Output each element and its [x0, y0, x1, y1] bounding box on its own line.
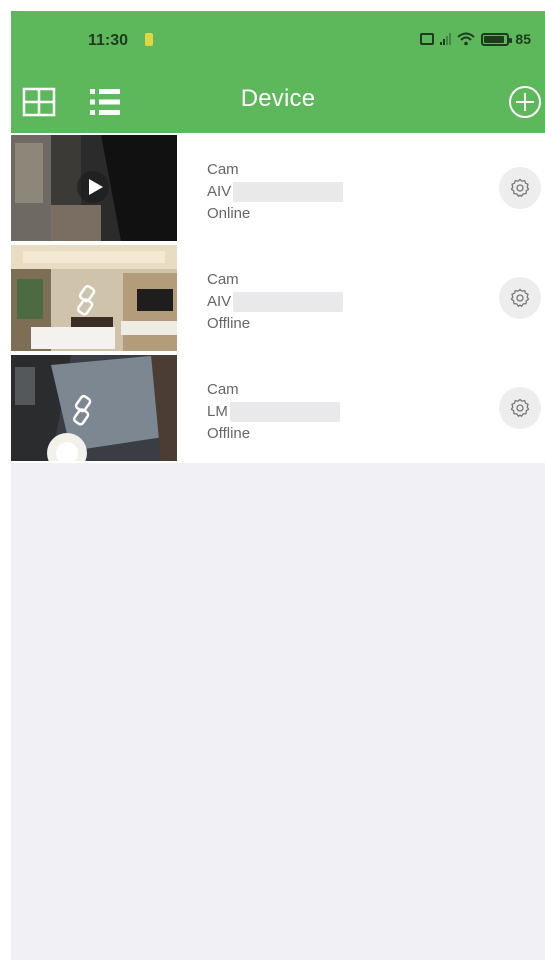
device-row[interactable]: Cam AIV Offline: [11, 243, 545, 353]
wifi-icon: [457, 32, 476, 46]
status-indicators: 85: [420, 31, 531, 47]
device-info: Cam AIV Offline: [207, 269, 344, 335]
status-bar: 11:30 85: [11, 11, 545, 71]
gear-icon: [510, 178, 530, 198]
device-name: Cam: [207, 161, 239, 178]
camera-thumbnail[interactable]: [11, 355, 177, 461]
redacted-id: [233, 182, 344, 203]
device-name: Cam: [207, 381, 239, 398]
device-status: Offline: [207, 425, 251, 442]
add-device-icon[interactable]: [507, 84, 543, 120]
gear-icon: [510, 288, 530, 308]
device-status: Offline: [207, 315, 251, 332]
device-row[interactable]: Cam AIV Online: [11, 133, 545, 243]
camera-thumbnail[interactable]: [11, 135, 177, 241]
device-row[interactable]: Cam LM Offline: [11, 353, 545, 463]
screen: 11:30 85 Device Cam AIV Online Cam AIV O…: [0, 0, 545, 960]
device-info: Cam AIV Online: [207, 159, 344, 225]
device-list: Cam AIV Online Cam AIV Offline Cam LM Of…: [11, 133, 545, 463]
settings-button[interactable]: [499, 167, 541, 209]
battery-percent: 85: [515, 31, 531, 47]
settings-button[interactable]: [499, 387, 541, 429]
battery-icon: [481, 32, 513, 46]
status-time: 11:30: [88, 32, 129, 49]
sim-icon: [420, 33, 435, 45]
signal-icon: [440, 33, 452, 45]
gear-icon: [510, 398, 530, 418]
toolbar: Device: [11, 71, 545, 133]
redacted-id: [233, 292, 344, 313]
charging-icon: [145, 33, 153, 46]
camera-thumbnail[interactable]: [11, 245, 177, 351]
device-status: Online: [207, 205, 251, 222]
redacted-id: [229, 402, 340, 423]
device-id: AIV: [207, 291, 344, 313]
device-name: Cam: [207, 271, 239, 288]
device-id: LM: [207, 401, 340, 423]
device-info: Cam LM Offline: [207, 379, 340, 445]
settings-button[interactable]: [499, 277, 541, 319]
device-id: AIV: [207, 181, 344, 203]
header: 11:30 85 Device: [11, 11, 545, 133]
page-title: Device: [240, 85, 316, 112]
app: 11:30 85 Device Cam AIV Online Cam AIV O…: [11, 11, 545, 960]
